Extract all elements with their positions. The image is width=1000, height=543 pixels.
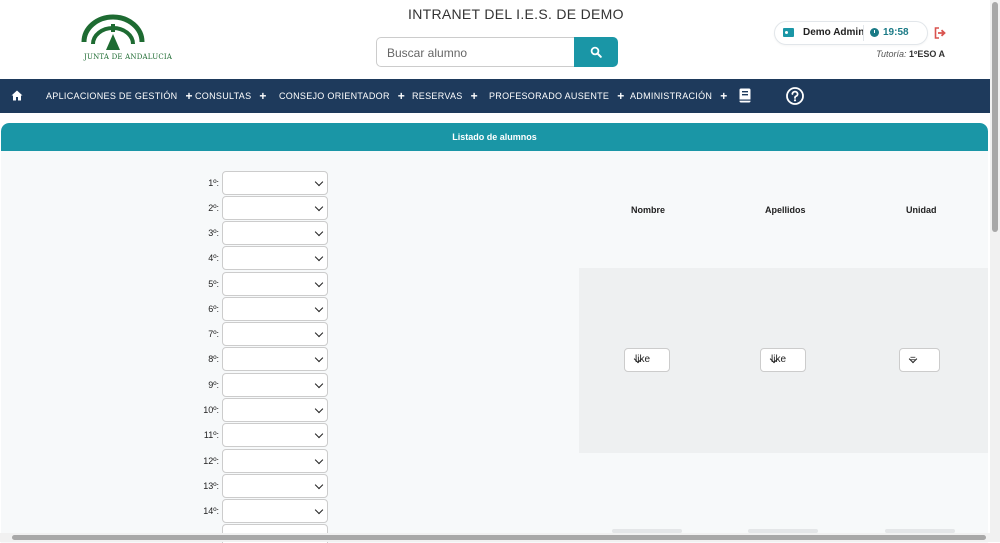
nav-consultas[interactable]: CONSULTAS + xyxy=(195,79,267,113)
nav-reservas[interactable]: RESERVAS + xyxy=(412,79,478,113)
nav-aplicaciones[interactable]: APLICACIONES DE GESTIÓN + xyxy=(46,79,193,113)
tutoria-label: Tutoría: xyxy=(876,49,907,59)
divider xyxy=(863,25,864,41)
order-select-12[interactable] xyxy=(222,449,328,473)
chevron-down-icon xyxy=(314,429,324,439)
order-select-10[interactable] xyxy=(222,398,328,422)
header: JUNTA DE ANDALUCIA INTRANET DEL I.E.S. D… xyxy=(0,0,1000,79)
order-select-9[interactable] xyxy=(222,373,328,397)
student-list-panel: Listado de alumnos 1º: 2º: 3º: 4º: 5º: 6… xyxy=(1,123,988,543)
plus-icon: + xyxy=(259,89,267,103)
tutoria-value: 1ºESO A xyxy=(909,49,945,59)
order-label: 12º: xyxy=(203,456,219,466)
order-label: 2º: xyxy=(208,203,219,213)
order-select-14[interactable] xyxy=(222,499,328,523)
nav-label: ADMINISTRACIÓN xyxy=(630,91,713,101)
nav-label: APLICACIONES DE GESTIÓN xyxy=(46,91,178,101)
chevron-down-icon xyxy=(314,227,324,237)
chevron-down-icon xyxy=(314,202,324,212)
horizontal-scrollbar[interactable] xyxy=(0,533,990,542)
order-select-6[interactable] xyxy=(222,297,328,321)
vertical-scroll-thumb[interactable] xyxy=(992,2,998,232)
clock-icon xyxy=(870,28,879,37)
chevron-down-icon xyxy=(314,379,324,389)
order-select-11[interactable] xyxy=(222,423,328,447)
site-title: INTRANET DEL I.E.S. DE DEMO xyxy=(408,6,624,22)
plus-icon: + xyxy=(397,89,406,103)
order-label: 7º: xyxy=(208,329,219,339)
logout-icon[interactable] xyxy=(934,27,946,39)
order-select-1[interactable] xyxy=(222,171,328,195)
chevron-down-icon xyxy=(314,353,324,363)
order-label: 6º: xyxy=(208,304,219,314)
order-select-8[interactable] xyxy=(222,347,328,371)
nav-label: PROFESORADO AUSENTE xyxy=(489,91,610,101)
help-icon[interactable] xyxy=(786,87,804,105)
order-select-13[interactable] xyxy=(222,474,328,498)
user-name: Demo Admin xyxy=(803,27,865,38)
order-label: 5º: xyxy=(208,279,219,289)
chevron-down-icon xyxy=(314,177,324,187)
horizontal-scroll-thumb[interactable] xyxy=(12,535,986,540)
chevron-down-icon xyxy=(314,328,324,338)
nav-profesorado-ausente[interactable]: PROFESORADO AUSENTE + xyxy=(489,79,625,113)
home-icon[interactable] xyxy=(11,90,23,101)
unidad-operator-select[interactable]: = xyxy=(899,348,940,372)
nav-label: CONSEJO ORIENTADOR xyxy=(279,91,390,101)
order-label: 11º: xyxy=(203,430,219,440)
column-header-apellidos: Apellidos xyxy=(765,205,806,215)
order-select-4[interactable] xyxy=(222,246,328,270)
order-label: 4º: xyxy=(208,253,219,263)
plus-icon: + xyxy=(617,89,625,103)
session-time: 19:58 xyxy=(883,27,909,38)
nav-label: RESERVAS xyxy=(412,91,463,101)
chevron-down-icon xyxy=(314,404,324,414)
chevron-down-icon xyxy=(314,303,324,313)
plus-icon: + xyxy=(470,89,478,103)
chevron-down-icon xyxy=(314,480,324,490)
id-card-icon xyxy=(783,28,794,37)
main-navbar: APLICACIONES DE GESTIÓN + CONSULTAS + CONS… xyxy=(0,79,990,113)
order-label: 14º: xyxy=(203,506,219,516)
chevron-down-icon xyxy=(314,252,324,262)
chevron-down-icon xyxy=(314,278,324,288)
search-button[interactable] xyxy=(574,37,618,67)
vertical-scrollbar[interactable] xyxy=(990,0,1000,542)
user-info[interactable]: Demo Admin 19:58 xyxy=(774,21,928,45)
book-icon[interactable] xyxy=(739,88,751,103)
apellidos-operator-select[interactable]: like xyxy=(760,348,806,372)
nav-consejo-orientador[interactable]: CONSEJO ORIENTADOR + xyxy=(279,79,405,113)
nav-administracion[interactable]: ADMINISTRACIÓN + xyxy=(630,79,728,113)
order-select-2[interactable] xyxy=(222,196,328,220)
chevron-down-icon xyxy=(314,505,324,515)
panel-title: Listado de alumnos xyxy=(1,123,988,151)
order-select-7[interactable] xyxy=(222,322,328,346)
column-header-nombre: Nombre xyxy=(631,205,666,215)
order-label: 3º: xyxy=(208,228,219,238)
order-label: 1º: xyxy=(208,178,219,188)
order-label: 9º: xyxy=(208,380,219,390)
order-select-3[interactable] xyxy=(222,221,328,245)
order-select-5[interactable] xyxy=(222,272,328,296)
plus-icon: + xyxy=(720,89,728,103)
order-label: 13º: xyxy=(203,481,219,491)
order-label: 8º: xyxy=(208,354,219,364)
nombre-operator-select[interactable]: like xyxy=(624,348,670,372)
plus-icon: + xyxy=(185,89,193,103)
nav-label: CONSULTAS xyxy=(195,91,252,101)
search-field[interactable] xyxy=(376,37,574,67)
search-input[interactable] xyxy=(385,39,569,67)
logo-text: JUNTA DE ANDALUCIA xyxy=(84,53,173,61)
search-icon xyxy=(590,46,602,58)
chevron-down-icon xyxy=(314,455,324,465)
order-label: 10º: xyxy=(203,405,219,415)
tutoria-info: Tutoría: 1ºESO A xyxy=(876,49,945,59)
column-header-unidad: Unidad xyxy=(906,205,937,215)
